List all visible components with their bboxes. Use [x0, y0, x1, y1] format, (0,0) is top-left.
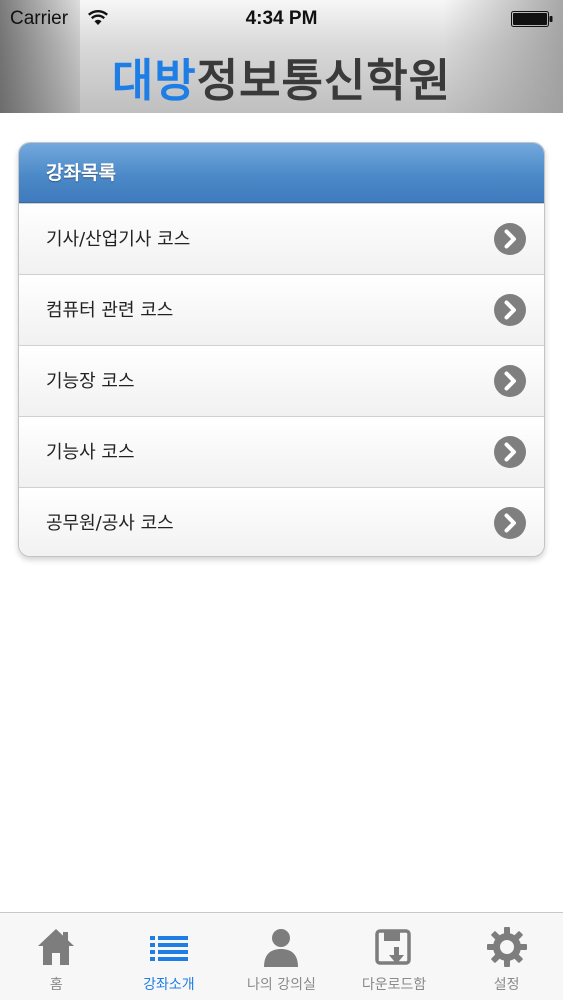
course-item-label: 기능장 코스 — [46, 371, 135, 392]
chevron-right-icon — [494, 436, 526, 468]
course-item-craftsman[interactable]: 기능사 코스 — [19, 416, 544, 487]
tab-bar: 홈 강좌소개 나의 강의실 다운로드함 설정 — [0, 912, 563, 1000]
tab-home[interactable]: 홈 — [0, 913, 113, 1000]
course-item-label: 공무원/공사 코스 — [46, 513, 174, 534]
download-icon — [375, 929, 411, 965]
course-item-label: 기사/산업기사 코스 — [46, 229, 191, 250]
app-title: 대방정보통신학원 — [0, 44, 563, 109]
home-icon — [38, 929, 75, 965]
course-item-engineer[interactable]: 기사/산업기사 코스 — [19, 203, 544, 274]
course-list-card: 강좌목록 기사/산업기사 코스 컴퓨터 관련 코스 기능장 코스 기능사 코스 … — [18, 142, 545, 557]
status-bar: Carrier 4:34 PM — [0, 0, 563, 38]
course-item-civil-service[interactable]: 공무원/공사 코스 — [19, 487, 544, 556]
tab-course-intro-label: 강좌소개 — [143, 977, 195, 993]
tab-my-classroom-label: 나의 강의실 — [247, 977, 316, 993]
tab-settings-label: 설정 — [493, 977, 520, 993]
tab-settings[interactable]: 설정 — [450, 913, 563, 1000]
app-title-rest: 정보통신학원 — [196, 54, 452, 107]
tab-home-label: 홈 — [49, 977, 63, 993]
list-icon — [149, 936, 188, 961]
chevron-right-icon — [494, 507, 526, 539]
app-title-accent: 대방 — [111, 54, 197, 107]
course-item-label: 기능사 코스 — [46, 442, 135, 463]
tab-downloads-label: 다운로드함 — [361, 977, 427, 993]
status-time: 4:34 PM — [245, 8, 318, 29]
chevron-right-icon — [494, 365, 526, 397]
app-header: Carrier 4:34 PM 대방정보통신학원 — [0, 0, 563, 113]
battery-icon — [511, 11, 553, 27]
course-list-title: 강좌목록 — [19, 143, 544, 203]
course-item-computer[interactable]: 컴퓨터 관련 코스 — [19, 274, 544, 345]
chevron-right-icon — [494, 294, 526, 326]
chevron-right-icon — [494, 223, 526, 255]
course-item-master-craftsman[interactable]: 기능장 코스 — [19, 345, 544, 416]
course-item-label: 컴퓨터 관련 코스 — [46, 300, 174, 321]
tab-course-intro[interactable]: 강좌소개 — [113, 913, 226, 1000]
tab-my-classroom[interactable]: 나의 강의실 — [225, 913, 338, 1000]
person-icon — [264, 929, 299, 967]
tab-downloads[interactable]: 다운로드함 — [338, 913, 451, 1000]
gear-icon — [486, 927, 527, 967]
